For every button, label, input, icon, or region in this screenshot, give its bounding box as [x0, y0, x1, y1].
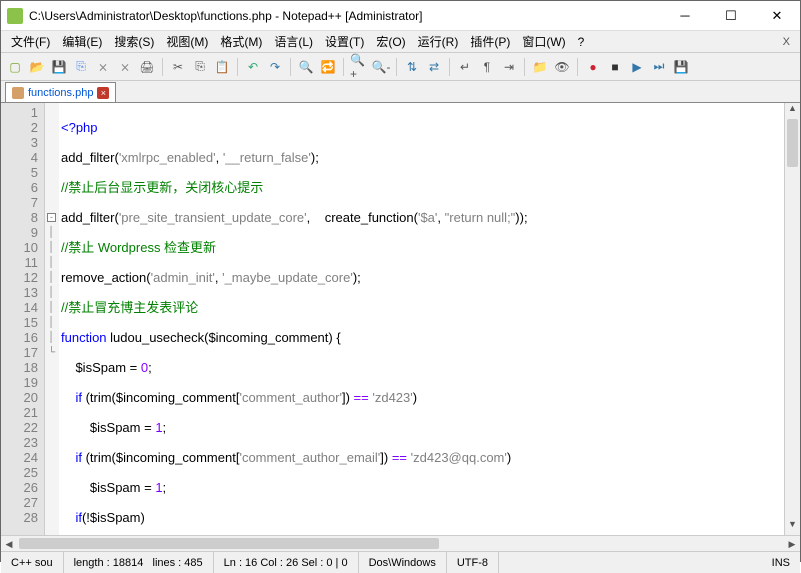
menu-macro[interactable]: 宏(O): [370, 31, 411, 52]
menu-file[interactable]: 文件(F): [5, 31, 56, 52]
indent-guide-icon[interactable]: ⇥: [499, 57, 519, 77]
zoom-out-icon[interactable]: 🔍-: [371, 57, 391, 77]
tab-close-icon[interactable]: ×: [97, 87, 109, 99]
tab-bar: functions.php ×: [1, 81, 800, 103]
copy-icon[interactable]: ⎘: [190, 57, 210, 77]
scroll-thumb-h[interactable]: [19, 538, 439, 549]
tab-functions-php[interactable]: functions.php ×: [5, 82, 116, 102]
horizontal-scrollbar[interactable]: ◀ ▶: [1, 535, 800, 551]
code-area[interactable]: <?php add_filter('xmlrpc_enabled', '__re…: [59, 103, 800, 535]
file-icon: [12, 87, 24, 99]
app-icon: [7, 8, 23, 24]
menu-language[interactable]: 语言(L): [268, 31, 319, 52]
menu-settings[interactable]: 设置(T): [319, 31, 370, 52]
scroll-down-icon[interactable]: ▼: [785, 519, 800, 535]
scroll-up-icon[interactable]: ▲: [785, 103, 800, 119]
sync-v-icon[interactable]: ⇅: [402, 57, 422, 77]
record-macro-icon[interactable]: ●: [583, 57, 603, 77]
menu-edit[interactable]: 编辑(E): [56, 31, 108, 52]
menu-search[interactable]: 搜索(S): [108, 31, 160, 52]
find-icon[interactable]: 🔍: [296, 57, 316, 77]
undo-icon[interactable]: ↶: [243, 57, 263, 77]
menu-run[interactable]: 运行(R): [412, 31, 465, 52]
redo-icon[interactable]: ↷: [265, 57, 285, 77]
status-encoding: UTF-8: [447, 552, 499, 573]
folder-icon[interactable]: 📁: [530, 57, 550, 77]
status-eol: Dos\Windows: [359, 552, 447, 573]
zoom-in-icon[interactable]: 🔍+: [349, 57, 369, 77]
window-title: C:\Users\Administrator\Desktop\functions…: [29, 9, 662, 23]
scroll-thumb-v[interactable]: [787, 119, 798, 167]
status-language: C++ sou: [1, 552, 64, 573]
stop-macro-icon[interactable]: ■: [605, 57, 625, 77]
save-all-icon[interactable]: ⎘: [71, 57, 91, 77]
menu-view[interactable]: 视图(M): [160, 31, 214, 52]
menu-window[interactable]: 窗口(W): [516, 31, 571, 52]
maximize-button[interactable]: ☐: [708, 1, 754, 31]
scroll-left-icon[interactable]: ◀: [1, 536, 17, 551]
close-file-icon[interactable]: ⨯: [93, 57, 113, 77]
menu-plugins[interactable]: 插件(P): [464, 31, 516, 52]
scroll-right-icon[interactable]: ▶: [784, 536, 800, 551]
save-icon[interactable]: 💾: [49, 57, 69, 77]
menu-x[interactable]: X: [777, 36, 796, 48]
toolbar: ▢ 📂 💾 ⎘ ⨯ ⨯ 🖨 ✂ ⎘ 📋 ↶ ↷ 🔍 🔁 🔍+ 🔍- ⇅ ⇄ ↵ …: [1, 53, 800, 81]
status-bar: C++ sou length : 18814 lines : 485 Ln : …: [1, 551, 800, 573]
new-file-icon[interactable]: ▢: [5, 57, 25, 77]
fold-column[interactable]: - ││││││││└: [45, 103, 59, 535]
replace-icon[interactable]: 🔁: [318, 57, 338, 77]
menu-bar: 文件(F) 编辑(E) 搜索(S) 视图(M) 格式(M) 语言(L) 设置(T…: [1, 31, 800, 53]
cut-icon[interactable]: ✂: [168, 57, 188, 77]
tab-label: functions.php: [28, 87, 93, 99]
print-icon[interactable]: 🖨: [137, 57, 157, 77]
close-button[interactable]: ✕: [754, 1, 800, 31]
editor[interactable]: 1234567891011121314151617181920212223242…: [1, 103, 800, 535]
monitor-icon[interactable]: 👁: [552, 57, 572, 77]
play-macro-icon[interactable]: ▶: [627, 57, 647, 77]
vertical-scrollbar[interactable]: ▲ ▼: [784, 103, 800, 535]
open-file-icon[interactable]: 📂: [27, 57, 47, 77]
title-bar: C:\Users\Administrator\Desktop\functions…: [1, 1, 800, 31]
wordwrap-icon[interactable]: ↵: [455, 57, 475, 77]
close-all-icon[interactable]: ⨯: [115, 57, 135, 77]
line-number-gutter: 1234567891011121314151617181920212223242…: [1, 103, 45, 535]
save-macro-icon[interactable]: 💾: [671, 57, 691, 77]
sync-h-icon[interactable]: ⇄: [424, 57, 444, 77]
status-length: length : 18814 lines : 485: [64, 552, 214, 573]
play-multi-icon[interactable]: ⏭: [649, 57, 669, 77]
status-mode: INS: [762, 552, 800, 573]
fold-toggle-icon: -: [47, 213, 56, 222]
menu-help[interactable]: ?: [572, 33, 591, 51]
menu-format[interactable]: 格式(M): [214, 31, 268, 52]
minimize-button[interactable]: ─: [662, 1, 708, 31]
status-position: Ln : 16 Col : 26 Sel : 0 | 0: [214, 552, 359, 573]
paste-icon[interactable]: 📋: [212, 57, 232, 77]
showall-icon[interactable]: ¶: [477, 57, 497, 77]
